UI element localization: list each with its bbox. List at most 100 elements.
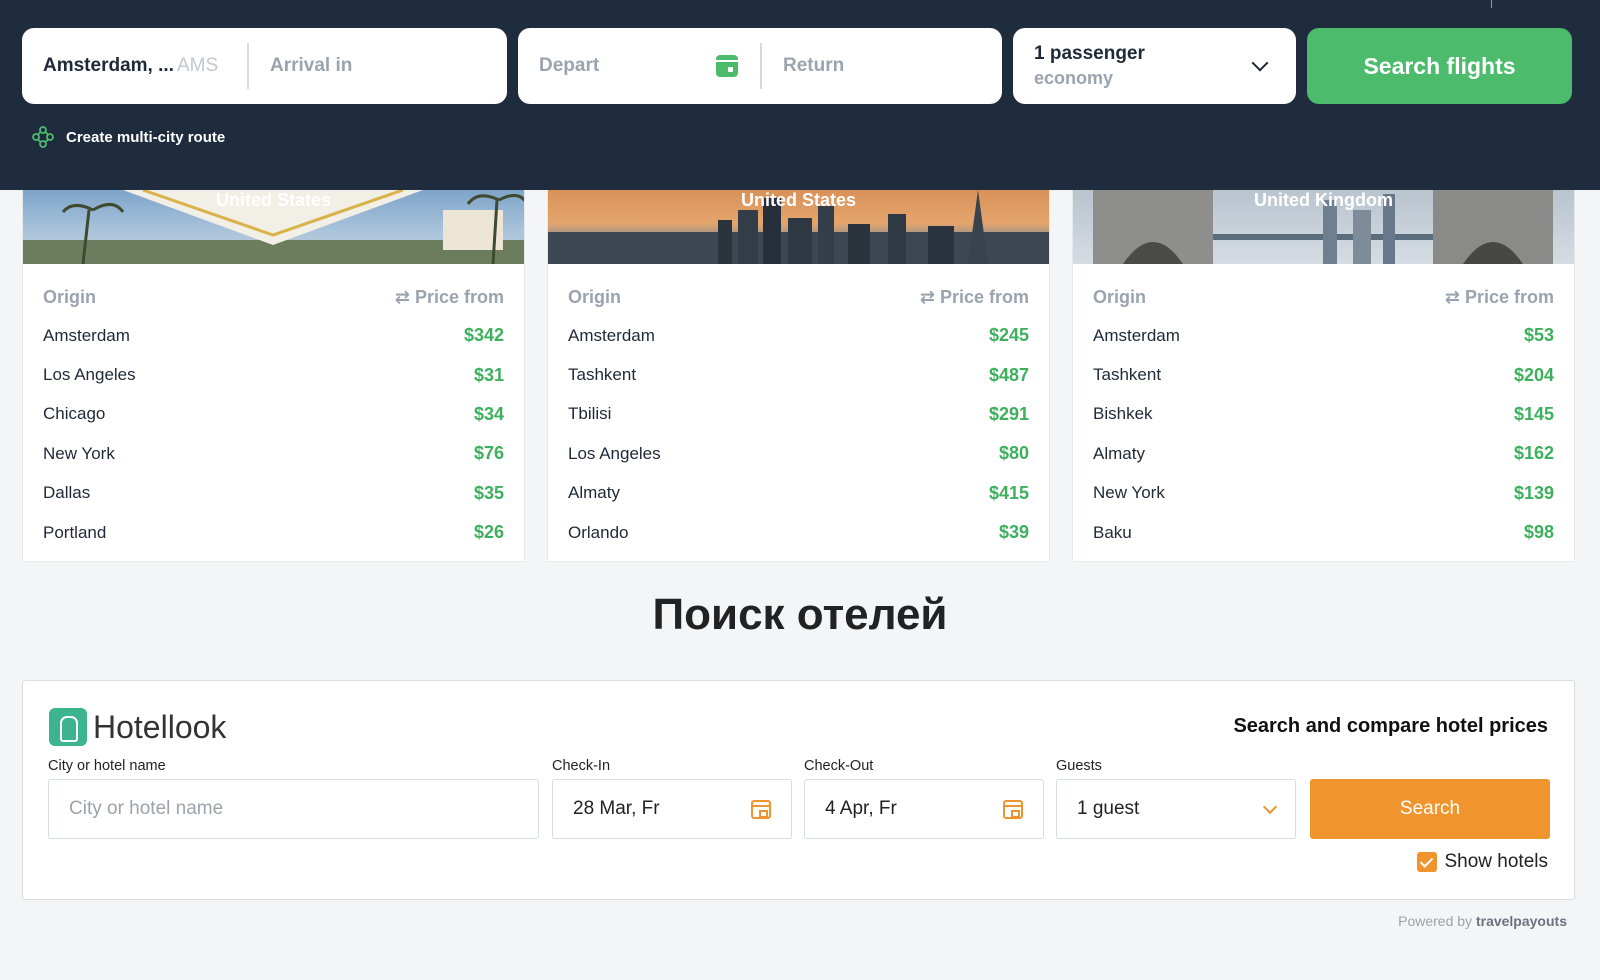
checkout-value: 4 Apr, Fr [825, 798, 897, 819]
swap-arrows-icon: ⇄ [394, 286, 415, 307]
hotels-section-title: Поиск отелей [652, 590, 948, 639]
route-origin: Almaty [1093, 443, 1145, 463]
route-price: $35 [473, 482, 504, 503]
powered-prefix: Powered by [1398, 913, 1473, 929]
route-row[interactable]: Tbilisi $291 [568, 395, 1029, 434]
route-origin: Almaty [568, 483, 620, 503]
route-row[interactable]: Amsterdam $245 [568, 316, 1029, 355]
hotel-search-widget: Hotellook Search and compare hotel price… [22, 680, 1575, 900]
destination-country: United States [740, 190, 857, 210]
route-list: Amsterdam $53 Tashkent $204 Bishkek $145 Al… [1073, 316, 1574, 552]
route-origin: Dallas [43, 483, 91, 503]
route-origin: New York [1093, 483, 1165, 503]
route-price: $26 [473, 522, 504, 543]
search-flights-button[interactable]: Search flights [1307, 28, 1572, 104]
route-row[interactable]: Baku $98 [1093, 513, 1554, 552]
route-origin: Los Angeles [43, 365, 136, 385]
route-price: $487 [988, 364, 1029, 385]
route-field-group: Amsterdam, ... AMS Arrival in [22, 28, 507, 104]
origin-column-header: Origin [43, 286, 96, 307]
route-price: $98 [1523, 522, 1554, 543]
destination-photo: United States [23, 190, 524, 264]
flight-search-bar: Amsterdam, ... AMS Arrival in Depart Ret… [0, 0, 1600, 190]
route-origin: Baku [1093, 522, 1132, 542]
route-row[interactable]: Bishkek $145 [1093, 395, 1554, 434]
return-date-input[interactable]: Return [762, 55, 844, 77]
checkout-input[interactable]: 4 Apr, Fr [804, 779, 1044, 839]
route-row[interactable]: Los Angeles $80 [568, 434, 1029, 473]
route-origin: Tashkent [568, 365, 637, 385]
depart-date-input[interactable]: Depart [518, 55, 760, 77]
route-row[interactable]: Tashkent $487 [568, 355, 1029, 394]
price-from-label: Price from [939, 286, 1029, 307]
multi-city-link[interactable]: Create multi-city route [32, 126, 225, 148]
hotel-search-button[interactable]: Search [1310, 779, 1550, 839]
route-row[interactable]: Chicago $34 [43, 395, 504, 434]
route-card: United Kingdom Origin ⇄ Price from Amste… [1072, 190, 1575, 562]
guests-label: Guests [1056, 758, 1102, 774]
header-divider [1491, 0, 1492, 8]
show-hotels-checkbox[interactable]: Show hotels [1417, 851, 1548, 873]
route-price: $31 [473, 364, 504, 385]
route-price: $145 [1513, 403, 1554, 424]
route-price: $39 [998, 522, 1029, 543]
route-origin: Portland [43, 522, 107, 542]
route-origin: Los Angeles [568, 443, 661, 463]
calendar-icon [1003, 799, 1023, 819]
origin-input[interactable]: Amsterdam, ... [22, 55, 177, 77]
route-price: $291 [988, 403, 1029, 424]
travelpayouts-brand: travelpayouts [1475, 913, 1567, 929]
route-origin: Bishkek [1093, 404, 1153, 424]
show-hotels-label: Show hotels [1444, 851, 1548, 872]
route-row[interactable]: Almaty $162 [1093, 434, 1554, 473]
route-row[interactable]: Orlando $39 [568, 513, 1029, 552]
route-row[interactable]: New York $139 [1093, 474, 1554, 513]
destination-country: United Kingdom [1254, 190, 1393, 210]
cabin-class: economy [1034, 68, 1114, 88]
checkin-label: Check-In [552, 758, 611, 774]
origin-iata-code: AMS [177, 55, 219, 76]
price-from-header[interactable]: ⇄ Price from [395, 287, 504, 308]
route-origin: Chicago [43, 404, 106, 424]
powered-by-credit[interactable]: Powered by travelpayouts [1398, 913, 1567, 929]
route-row[interactable]: Tashkent $204 [1093, 355, 1554, 394]
route-origin: Amsterdam [1093, 325, 1180, 345]
route-origin: New York [43, 443, 115, 463]
checkin-input[interactable]: 28 Mar, Fr [552, 779, 792, 839]
route-row[interactable]: Amsterdam $342 [43, 316, 504, 355]
arrival-input[interactable]: Arrival in [249, 55, 352, 77]
depart-placeholder: Depart [539, 55, 600, 76]
route-row[interactable]: Dallas $35 [43, 474, 504, 513]
route-row[interactable]: Portland $26 [43, 513, 504, 552]
route-price: $80 [998, 443, 1029, 464]
route-price: $76 [473, 443, 504, 464]
passenger-selector[interactable]: 1 passenger economy [1013, 28, 1296, 104]
brand-name: Hotellook [93, 708, 227, 745]
origin-column-header: Origin [1093, 286, 1146, 307]
chevron-down-icon [1251, 54, 1269, 72]
hotellook-logo-icon [49, 708, 87, 746]
route-price: $342 [463, 325, 504, 346]
route-price: $415 [988, 482, 1029, 503]
price-from-header[interactable]: ⇄ Price from [920, 287, 1029, 308]
calendar-icon [751, 799, 771, 819]
destination-photo: United States [548, 190, 1049, 264]
route-row[interactable]: Almaty $415 [568, 474, 1029, 513]
route-origin: Tashkent [1093, 365, 1162, 385]
card-header: Origin ⇄ Price from [1073, 284, 1574, 310]
passenger-summary: 1 passenger economy [1013, 42, 1145, 90]
city-input[interactable]: City or hotel name [48, 779, 539, 839]
route-row[interactable]: New York $76 [43, 434, 504, 473]
route-price: $34 [473, 403, 504, 424]
card-header: Origin ⇄ Price from [23, 284, 524, 310]
route-nodes-icon [32, 126, 54, 148]
route-card: United States Origin ⇄ Price from Amster… [22, 190, 525, 562]
price-from-header[interactable]: ⇄ Price from [1445, 287, 1554, 308]
route-row[interactable]: Los Angeles $31 [43, 355, 504, 394]
route-origin: Amsterdam [43, 325, 130, 345]
hotellook-brand: Hotellook [49, 708, 226, 746]
hotel-tagline: Search and compare hotel prices [1233, 715, 1548, 737]
guests-select[interactable]: 1 guest [1056, 779, 1296, 839]
price-from-label: Price from [414, 286, 504, 307]
route-row[interactable]: Amsterdam $53 [1093, 316, 1554, 355]
